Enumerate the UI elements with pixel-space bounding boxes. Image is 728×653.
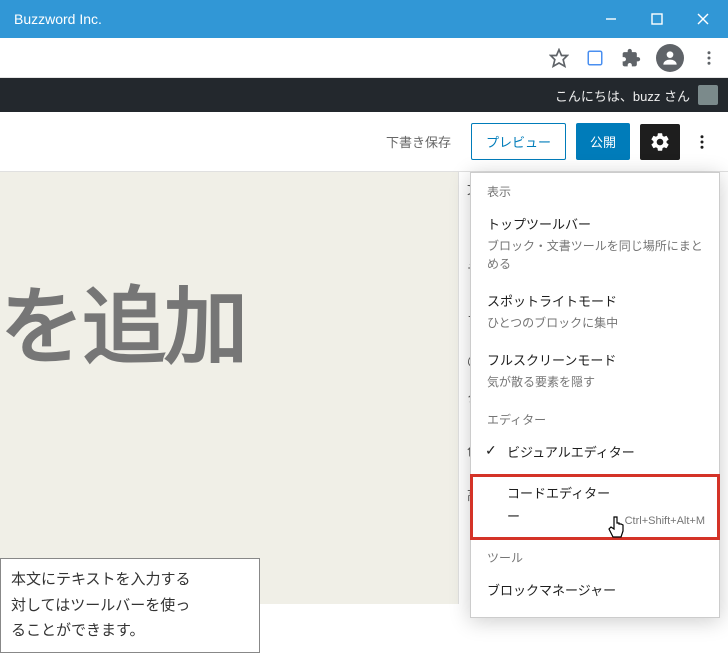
menu-block-manager[interactable]: ブロックマネージャー [471,572,719,613]
menu-spotlight-mode[interactable]: スポットライトモード ひとつのブロックに集中 [471,283,719,342]
code-editor-shortcut: Ctrl+Shift+Alt+M [625,515,705,527]
section-tools-label: ツール [471,539,719,572]
profile-avatar[interactable] [656,44,684,72]
options-dropdown: 表示 トップツールバー ブロック・文書ツールを同じ場所にまとめる スポットライト… [470,172,720,618]
wp-avatar[interactable] [698,85,718,105]
more-options-button[interactable] [690,124,714,160]
gear-icon [649,131,671,153]
plugin-icon[interactable] [584,47,606,69]
dots-vertical-icon [693,133,711,151]
publish-button[interactable]: 公開 [576,123,630,160]
close-button[interactable] [680,0,726,38]
window-title: Buzzword Inc. [14,11,588,27]
section-view-label: 表示 [471,173,719,206]
editor-toolbar: 下書き保存 プレビュー 公開 [0,112,728,172]
menu-top-toolbar[interactable]: トップツールバー ブロック・文書ツールを同じ場所にまとめる [471,206,719,283]
minimize-button[interactable] [588,0,634,38]
menu-code-editor[interactable]: コードエディター ー Ctrl+Shift+Alt+M [470,474,720,540]
paragraph-line1: 本文にテキストを入力する [11,571,191,588]
settings-button[interactable] [640,124,680,160]
save-draft-button[interactable]: 下書き保存 [376,124,461,159]
cursor-pointer-icon [607,515,627,539]
wp-greeting[interactable]: こんにちは、buzz さん [555,86,690,105]
section-editor-label: エディター [471,401,719,434]
paragraph-line3: ることができます。 [11,622,145,639]
post-title-placeholder[interactable]: を追加 [0,260,246,381]
menu-visual-editor[interactable]: ビジュアルエディター [471,434,719,475]
maximize-button[interactable] [634,0,680,38]
wp-admin-bar: こんにちは、buzz さん [0,78,728,112]
browser-menu-icon[interactable] [698,47,720,69]
window-titlebar: Buzzword Inc. [0,0,728,38]
star-icon[interactable] [548,47,570,69]
paragraph-block[interactable]: 本文にテキストを入力する 対してはツールバーを使っ ることができます。 [0,558,260,653]
paragraph-line2: 対してはツールバーを使っ [11,597,190,614]
extensions-icon[interactable] [620,47,642,69]
preview-button[interactable]: プレビュー [471,123,566,160]
browser-toolbar [0,38,728,78]
menu-fullscreen-mode[interactable]: フルスクリーンモード 気が散る要素を隠す [471,342,719,401]
